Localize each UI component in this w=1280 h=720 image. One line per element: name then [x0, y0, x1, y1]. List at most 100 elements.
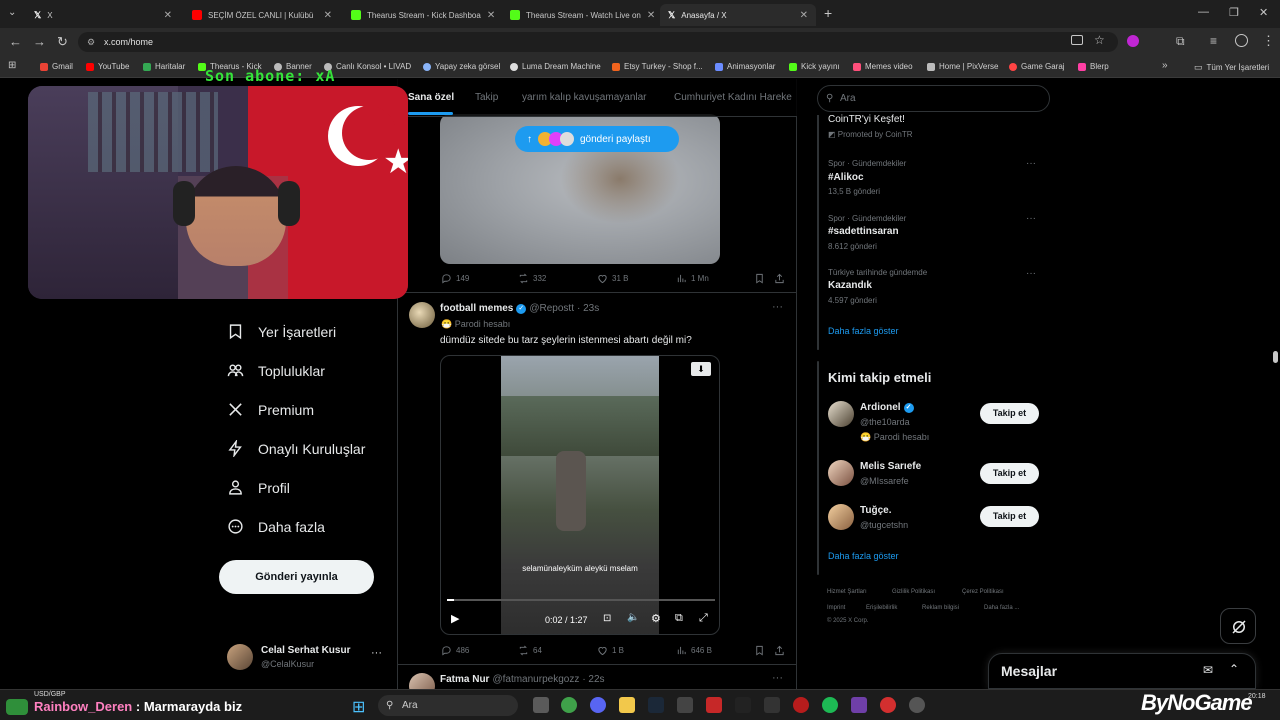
apps-grid-icon[interactable]: ⊞ — [8, 60, 16, 71]
follow-button[interactable]: Takip et — [980, 463, 1039, 484]
trend-name[interactable]: #sadettinsaran — [828, 226, 899, 237]
repost-button[interactable]: 64 — [518, 645, 542, 656]
file-explorer-icon[interactable] — [619, 697, 635, 713]
bookmark-gmail[interactable]: Gmail — [40, 62, 73, 71]
trends-show-more-link[interactable]: Daha fazla göster — [828, 326, 899, 336]
trend-more-icon[interactable]: ··· — [1026, 268, 1036, 279]
app-icon[interactable] — [793, 697, 809, 713]
site-info-icon[interactable]: ⚙ — [87, 32, 95, 52]
post-more-icon[interactable]: ··· — [772, 301, 783, 313]
bookmark-pixverse[interactable]: Home | PixVerse — [927, 62, 998, 71]
tab-list-chevron-icon[interactable]: ⌄ — [8, 7, 16, 18]
tab-following[interactable]: Takip — [475, 92, 498, 103]
sidebar-item-verified-orgs[interactable]: Onaylı Kuruluşlar — [227, 440, 365, 457]
tab-list-1[interactable]: yarım kalıp kavuşamayanlar — [522, 92, 647, 103]
sidebar-item-bookmarks[interactable]: Yer İşaretleri — [227, 323, 336, 340]
tab-kick-watch[interactable]: Thearus Stream - Watch Live on ✕ — [502, 4, 658, 26]
sidebar-item-premium[interactable]: Premium — [227, 401, 314, 418]
avatar[interactable] — [409, 673, 435, 689]
bookmark-blerp[interactable]: Blerp — [1078, 62, 1109, 71]
tab-list-2[interactable]: Cumhuriyet Kadını Hareke — [674, 92, 792, 103]
bookmark-luma[interactable]: Luma Dream Machine — [510, 62, 601, 71]
page-scrollbar[interactable] — [1273, 351, 1278, 363]
extension-icon[interactable] — [1127, 35, 1139, 47]
bookmark-animasyonlar[interactable]: Animasyonlar — [715, 62, 775, 71]
widgets-icon[interactable] — [6, 699, 28, 715]
more-dots-icon[interactable]: ··· — [371, 647, 382, 659]
tab-search-icon[interactable]: ≡ — [1210, 34, 1217, 48]
download-icon[interactable]: ⬇ — [691, 362, 711, 376]
trend-more-icon[interactable]: ··· — [1026, 213, 1036, 224]
tab-x[interactable]: 𝕏 X ✕ — [26, 4, 180, 26]
sidebar-item-profile[interactable]: Profil — [227, 479, 290, 496]
epic-games-icon[interactable] — [735, 697, 751, 713]
picture-in-picture-icon[interactable]: ⧉ — [675, 612, 683, 625]
like-button[interactable]: 31 B — [597, 273, 628, 284]
bookmark-memes-video[interactable]: Memes video — [853, 62, 913, 71]
bookmark-haritalar[interactable]: Haritalar — [143, 62, 185, 71]
new-tab-button[interactable]: + — [824, 5, 832, 21]
profile-avatar-icon[interactable] — [1235, 34, 1248, 47]
app-icon[interactable] — [764, 697, 780, 713]
all-bookmarks-folder[interactable]: ▭ Tüm Yer İşaretleri — [1194, 62, 1269, 73]
author-handle[interactable]: @fatmanurpekgozz — [492, 674, 579, 685]
footer-link-imprint[interactable]: Imprint — [827, 605, 845, 611]
promo-title[interactable]: CoinTR'yi Keşfet! — [828, 114, 905, 125]
forward-icon[interactable]: → — [33, 34, 46, 49]
messages-drawer[interactable]: Mesajlar ✉ ⌃ — [988, 653, 1256, 689]
captions-icon[interactable]: ⊡ — [603, 613, 611, 624]
author-handle[interactable]: @Repostt — [529, 303, 574, 314]
like-button[interactable]: 1 B — [597, 645, 624, 656]
trend-name[interactable]: Kazandık — [828, 280, 872, 291]
install-app-icon[interactable] — [1071, 35, 1083, 45]
windows-start-icon[interactable]: ⊞ — [352, 697, 365, 717]
more-bookmarks-icon[interactable]: » — [1162, 60, 1168, 71]
follow-show-more-link[interactable]: Daha fazla göster — [828, 551, 899, 561]
suggestion-name[interactable]: Tuğçe. — [860, 505, 891, 516]
task-view-icon[interactable] — [533, 697, 549, 713]
back-icon[interactable]: ← — [9, 34, 22, 49]
volume-icon[interactable]: 🔈 — [627, 612, 639, 623]
video-player[interactable]: selamünaleyküm aleykü mselam ⬇ ▶ 0:02 / … — [440, 355, 720, 635]
post-time[interactable]: · 23s — [577, 303, 599, 314]
menu-kebab-icon[interactable]: ⋮ — [1262, 33, 1275, 49]
avatar[interactable] — [828, 401, 854, 427]
close-tab-icon[interactable]: ✕ — [164, 10, 172, 21]
video-progress-track[interactable] — [447, 599, 715, 601]
close-window-icon[interactable]: ✕ — [1259, 6, 1268, 19]
follow-button[interactable]: Takip et — [980, 506, 1039, 527]
tab-youtube[interactable]: SEÇİM ÖZEL CANLI | Kulübü ✕ — [184, 4, 340, 26]
expand-chevron-icon[interactable]: ⌃ — [1229, 662, 1239, 676]
close-tab-icon[interactable]: ✕ — [647, 10, 655, 21]
discord-icon[interactable] — [590, 697, 606, 713]
share-button[interactable] — [774, 645, 785, 656]
footer-link-cookies[interactable]: Çerez Politikası — [962, 589, 1004, 595]
app-icon[interactable] — [851, 697, 867, 713]
trend-name[interactable]: #Alikoc — [828, 172, 864, 183]
footer-link-terms[interactable]: Hizmet Şartları — [827, 589, 867, 595]
footer-link-accessibility[interactable]: Erişilebilirlik — [866, 605, 897, 611]
bookmark-youtube[interactable]: YouTube — [86, 62, 129, 71]
sidebar-item-more[interactable]: Daha fazla — [227, 518, 325, 535]
search-input[interactable]: ⚲ Ara — [817, 85, 1050, 112]
post-button[interactable]: Gönderi yayınla — [219, 560, 374, 594]
tab-kick-dashboard[interactable]: Thearus Stream - Kick Dashboa ✕ — [343, 4, 499, 26]
app-icon[interactable] — [909, 697, 925, 713]
sidebar-item-communities[interactable]: Topluluklar — [227, 362, 325, 379]
bookmark-star-icon[interactable]: ☆ — [1094, 33, 1105, 47]
play-icon[interactable]: ▶ — [451, 612, 459, 625]
tab-anasayfa-x[interactable]: 𝕏 Anasayfa / X ✕ — [660, 4, 816, 26]
restore-icon[interactable]: ❐ — [1229, 6, 1239, 19]
bookmark-kick-yayini[interactable]: Kick yayını — [789, 62, 840, 71]
footer-link-more[interactable]: Daha fazla ... — [984, 605, 1019, 611]
views-button[interactable]: 646 B — [676, 645, 712, 656]
author-name[interactable]: football memes — [440, 303, 513, 314]
footer-link-privacy[interactable]: Gizlilik Politikası — [892, 589, 935, 595]
bookmark-post-button[interactable] — [754, 645, 765, 656]
account-switcher[interactable]: Celal Serhat Kusur @CelalKusur ··· — [221, 635, 391, 675]
address-bar[interactable]: ⚙ x.com/home — [78, 32, 1118, 52]
bookmark-etsy[interactable]: Etsy Turkey - Shop f... — [612, 62, 703, 71]
follow-button[interactable]: Takip et — [980, 403, 1039, 424]
app-icon[interactable] — [706, 697, 722, 713]
bookmark-yapay-zeka[interactable]: Yapay zeka görsel — [423, 62, 500, 71]
